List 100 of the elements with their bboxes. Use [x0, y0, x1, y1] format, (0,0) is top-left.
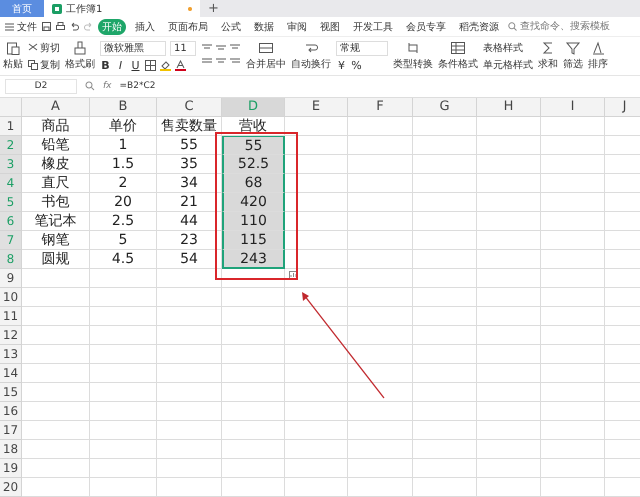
empty-cell — [348, 231, 413, 250]
empty-cell — [413, 402, 477, 421]
copy-button[interactable]: 复制 — [28, 58, 60, 72]
empty-cell — [348, 155, 413, 174]
column-header[interactable]: A — [22, 98, 90, 117]
empty-cell — [348, 421, 413, 440]
wrap-text-button[interactable]: 自动换行 — [291, 41, 331, 71]
column-header[interactable]: F — [348, 98, 413, 117]
unsaved-dot — [188, 6, 192, 10]
empty-cell — [477, 269, 541, 288]
conditional-format-button[interactable]: 条件格式 — [438, 41, 478, 71]
column-header[interactable]: B — [90, 98, 157, 117]
convert-type-button[interactable]: 类型转换 — [393, 41, 433, 71]
name-box[interactable]: D2 — [5, 78, 77, 94]
empty-cell — [541, 193, 605, 212]
ribbon-tab[interactable]: 会员专享 — [402, 18, 450, 34]
column-header[interactable]: H — [477, 98, 541, 117]
function-label[interactable]: fx — [103, 81, 112, 91]
font-select[interactable]: 微软雅黑 — [100, 40, 166, 56]
bold-button[interactable]: B — [100, 58, 111, 72]
empty-cell — [222, 402, 285, 421]
empty-cell — [541, 421, 605, 440]
column-header[interactable]: J — [605, 98, 640, 117]
ribbon-tab[interactable]: 公式 — [217, 18, 245, 34]
save-icon[interactable] — [42, 22, 51, 31]
table-cell: 110 — [222, 212, 285, 231]
ribbon-tab[interactable]: 插入 — [131, 18, 159, 34]
column-header[interactable]: G — [413, 98, 477, 117]
italic-button[interactable]: I — [115, 58, 126, 72]
column-header[interactable]: C — [157, 98, 222, 117]
undo-icon[interactable] — [70, 22, 79, 31]
empty-cell — [285, 459, 348, 478]
empty-cell — [222, 345, 285, 364]
sort-button[interactable]: 排序 — [588, 41, 608, 71]
quick-analysis-icon[interactable] — [289, 271, 298, 279]
empty-cell — [222, 288, 285, 307]
ribbon-tab[interactable]: 审阅 — [283, 18, 311, 34]
row-header[interactable]: 10 — [0, 288, 22, 307]
empty-cell — [477, 136, 541, 155]
number-format-select[interactable]: 常规 — [336, 40, 388, 56]
filter-button[interactable]: 筛选 — [563, 41, 583, 71]
row-header[interactable]: 14 — [0, 364, 22, 383]
format-painter-button[interactable]: 格式刷 — [65, 41, 95, 71]
row-header[interactable]: 9 — [0, 269, 22, 288]
font-color-icon[interactable] — [175, 60, 186, 70]
empty-cell — [222, 383, 285, 402]
empty-cell — [413, 345, 477, 364]
empty-cell — [285, 383, 348, 402]
row-header[interactable]: 19 — [0, 459, 22, 478]
print-icon[interactable] — [56, 22, 65, 31]
row-header[interactable]: 12 — [0, 326, 22, 345]
table-style-button[interactable]: 表格样式 — [483, 40, 533, 54]
formula-field[interactable]: =B2*C2 — [120, 80, 635, 92]
empty-cell — [157, 269, 222, 288]
empty-cell — [90, 326, 157, 345]
percent-button[interactable]: % — [351, 58, 362, 72]
row-header[interactable]: 18 — [0, 440, 22, 459]
ribbon-tab[interactable]: 开发工具 — [349, 18, 397, 34]
empty-cell — [477, 364, 541, 383]
ribbon-tab[interactable]: 视图 — [316, 18, 344, 34]
row-header[interactable]: 1 — [0, 117, 22, 136]
empty-cell — [222, 459, 285, 478]
empty-cell — [541, 117, 605, 136]
table-cell: 115 — [222, 231, 285, 250]
zoom-icon[interactable] — [85, 81, 95, 91]
empty-cell — [348, 307, 413, 326]
column-header[interactable]: E — [285, 98, 348, 117]
row-header[interactable]: 20 — [0, 478, 22, 497]
fill-color-icon[interactable] — [160, 60, 171, 70]
ribbon-tab[interactable]: 稻壳资源 — [455, 18, 503, 34]
row-header[interactable]: 15 — [0, 383, 22, 402]
empty-cell — [541, 402, 605, 421]
empty-cell — [477, 155, 541, 174]
row-header[interactable]: 17 — [0, 421, 22, 440]
row-header[interactable]: 11 — [0, 307, 22, 326]
cut-button[interactable]: 剪切 — [28, 40, 60, 54]
file-menu[interactable]: 文件 — [5, 20, 37, 34]
empty-cell — [541, 155, 605, 174]
copy-icon — [28, 60, 38, 70]
ribbon-tab[interactable]: 页面布局 — [164, 18, 212, 34]
row-header[interactable]: 13 — [0, 345, 22, 364]
ribbon-tab[interactable]: 数据 — [250, 18, 278, 34]
empty-cell — [157, 459, 222, 478]
empty-cell — [348, 459, 413, 478]
currency-button[interactable]: ¥ — [336, 58, 347, 72]
empty-cell — [477, 345, 541, 364]
sum-button[interactable]: 求和 — [538, 41, 558, 71]
empty-cell — [222, 307, 285, 326]
merge-center-button[interactable]: 合并居中 — [246, 41, 286, 71]
underline-button[interactable]: U — [130, 58, 141, 72]
cell-style-button[interactable]: 单元格样式 — [483, 58, 533, 72]
column-header[interactable]: I — [541, 98, 605, 117]
borders-icon[interactable] — [145, 60, 156, 70]
row-header[interactable]: 16 — [0, 402, 22, 421]
table-cell: 钢笔 — [22, 231, 90, 250]
paste-button[interactable]: 粘贴 — [3, 41, 23, 71]
workbook-tab[interactable]: 工作簿1 — [44, 0, 200, 17]
empty-cell — [348, 402, 413, 421]
new-tab-button[interactable]: + — [200, 0, 227, 17]
font-size-select[interactable]: 11 — [170, 40, 196, 56]
